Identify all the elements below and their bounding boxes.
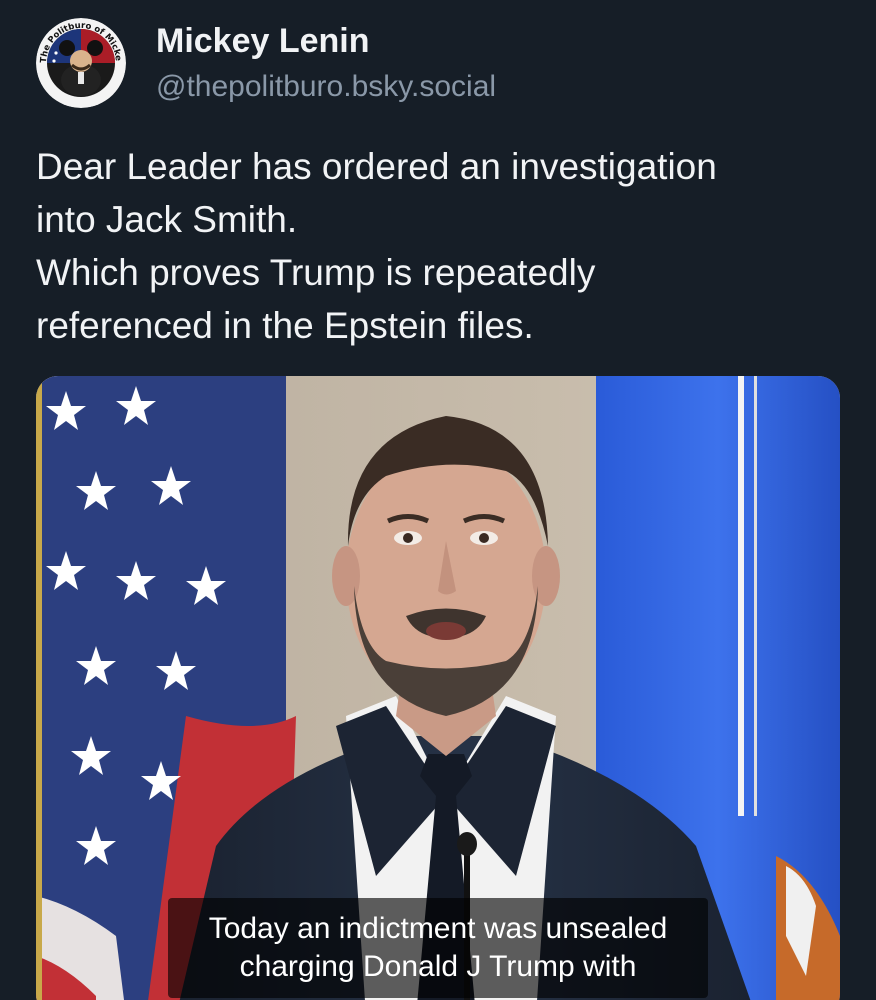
post-video-thumbnail[interactable]: Today an indictment was unsealed chargin… — [36, 376, 840, 1000]
author-avatar[interactable]: The Politburo of Mickey Mockery — [36, 18, 126, 108]
post-text-line: referenced in the Epstein files. — [36, 305, 534, 346]
video-caption: Today an indictment was unsealed chargin… — [168, 898, 708, 998]
politburo-mickey-avatar-icon: The Politburo of Mickey Mockery — [36, 18, 126, 108]
author-handle[interactable]: @thepolitburo.bsky.social — [156, 70, 496, 104]
post-card: The Politburo of Mickey Mockery Mickey L… — [0, 0, 876, 1000]
post-text-line: Dear Leader has ordered an investigation — [36, 146, 717, 187]
post-text: Dear Leader has ordered an investigation… — [36, 140, 856, 352]
post-text-line: into Jack Smith. — [36, 199, 298, 240]
video-caption-line: charging Donald J Trump with — [239, 950, 637, 983]
author-display-name[interactable]: Mickey Lenin — [156, 22, 370, 61]
post-text-line: Which proves Trump is repeatedly — [36, 252, 596, 293]
video-caption-line: Today an indictment was unsealed — [208, 912, 668, 945]
